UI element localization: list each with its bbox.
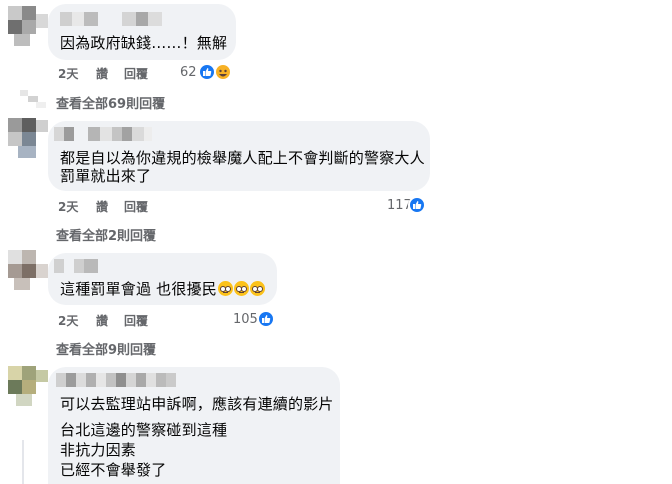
commenter-avatar[interactable]	[8, 6, 48, 46]
comment-actions: 2天 讚 回覆	[58, 312, 148, 329]
comment-text: 可以去監理站申訴啊，應該有連續的影片	[60, 395, 334, 413]
reaction-count[interactable]: 62	[180, 65, 197, 80]
comment-text-content: 這種罰單會過 也很擾民	[60, 280, 217, 298]
timestamp[interactable]: 2天	[58, 65, 96, 82]
comment-actions: 2天 讚 回覆	[58, 65, 148, 82]
commenter-avatar[interactable]	[8, 250, 48, 290]
like-button[interactable]: 讚	[96, 312, 124, 329]
commenter-name-blurred[interactable]	[54, 259, 98, 273]
comment-text: 台北這邊的警察碰到這種	[60, 421, 228, 439]
comment-text: 非抗力因素	[60, 441, 137, 459]
haha-reaction-icon	[214, 63, 232, 81]
view-replies-link[interactable]: 查看全部9則回覆	[56, 339, 156, 358]
reply-button[interactable]: 回覆	[124, 198, 148, 215]
view-replies-link[interactable]: 查看全部2則回覆	[56, 225, 156, 244]
commenter-name-blurred[interactable]	[54, 127, 152, 141]
comment-text: 因為政府缺錢……！無解	[60, 34, 228, 52]
rolling-eyes-emoji-icon	[233, 281, 249, 296]
comment-text: 罰單就出來了	[60, 167, 152, 185]
commenter-avatar[interactable]	[8, 118, 48, 158]
reaction-count[interactable]: 105	[233, 312, 258, 327]
like-reaction-icon	[408, 196, 426, 214]
comment-text: 這種罰單會過 也很擾民	[60, 279, 265, 299]
comment-bubble: 都是自以為你違規的檢舉魔人配上不會判斷的警察大人 罰單就出來了	[48, 121, 430, 191]
comment-actions: 2天 讚 回覆	[58, 198, 148, 215]
comment-text: 已經不會舉發了	[60, 461, 167, 479]
rolling-eyes-emoji-icon	[249, 281, 265, 296]
like-button[interactable]: 讚	[96, 65, 124, 82]
like-reaction-icon	[257, 310, 275, 328]
thread-connector-line	[22, 440, 24, 484]
reply-thread-avatar-blurred	[20, 90, 48, 108]
reply-button[interactable]: 回覆	[124, 65, 148, 82]
commenter-avatar[interactable]	[8, 366, 48, 406]
rolling-eyes-emoji-icon	[217, 281, 233, 296]
timestamp[interactable]: 2天	[58, 312, 96, 329]
comment-bubble: 可以去監理站申訴啊，應該有連續的影片 台北這邊的警察碰到這種 非抗力因素 已經不…	[48, 367, 340, 484]
comment-bubble: 因為政府缺錢……！無解	[48, 4, 236, 60]
timestamp[interactable]: 2天	[58, 198, 96, 215]
comment-bubble: 這種罰單會過 也很擾民	[48, 253, 277, 305]
like-button[interactable]: 讚	[96, 198, 124, 215]
commenter-name-blurred[interactable]	[60, 12, 162, 26]
commenter-name-blurred[interactable]	[56, 373, 176, 387]
reply-button[interactable]: 回覆	[124, 312, 148, 329]
comment-text: 都是自以為你違規的檢舉魔人配上不會判斷的警察大人	[60, 149, 425, 167]
view-replies-link[interactable]: 查看全部69則回覆	[56, 93, 165, 112]
